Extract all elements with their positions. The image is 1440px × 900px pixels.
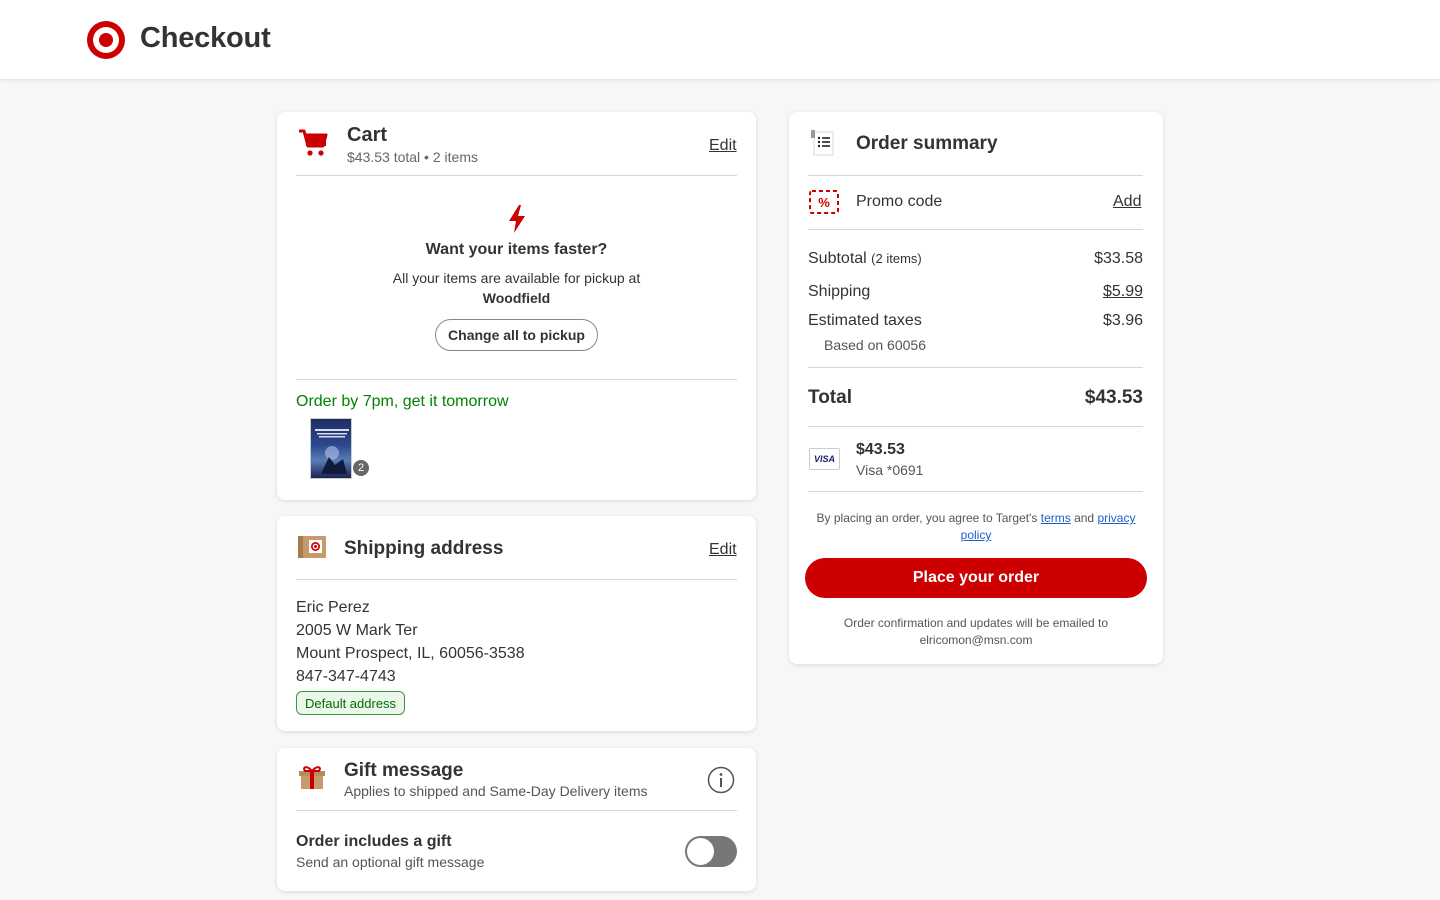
legal-and: and: [1074, 511, 1095, 525]
confirmation-email: elricomon@msn.com: [919, 633, 1033, 647]
total-label: Total: [808, 387, 852, 408]
place-order-button[interactable]: Place your order: [805, 558, 1147, 598]
legal-agreement-text: By placing an order, you agree to Target…: [809, 510, 1143, 544]
gift-icon: [299, 766, 325, 789]
divider: [808, 367, 1143, 368]
confirmation-note-text: Order confirmation and updates will be e…: [843, 616, 1109, 630]
book-cover-icon: [315, 429, 349, 474]
toggle-knob: [687, 838, 714, 865]
order-summary-section: Order summary % Promo code Add Subtotal …: [789, 112, 1163, 664]
header: Checkout: [0, 0, 1440, 80]
subtotal-item-count: (2 items): [871, 251, 922, 266]
cart-summary-text: $43.53 total • 2 items: [347, 149, 478, 165]
shipping-address-title: Shipping address: [344, 538, 504, 559]
item-quantity-badge: 2: [352, 459, 370, 477]
cart-section: Cart $43.53 total • 2 items Edit Want yo…: [277, 112, 756, 500]
promo-code-label: Promo code: [856, 193, 943, 210]
divider: [808, 491, 1143, 492]
shipping-edit-link[interactable]: Edit: [709, 541, 737, 559]
payment-card-info: Visa *0691: [856, 462, 924, 478]
divider: [296, 579, 737, 580]
package-icon: [298, 536, 326, 558]
page-title: Checkout: [140, 22, 271, 54]
subtotal-label: Subtotal (2 items): [808, 250, 922, 268]
visa-card-icon: VISA: [809, 448, 840, 470]
lightning-bolt-icon: [509, 205, 525, 233]
promo-code-icon: %: [809, 190, 839, 214]
legal-prefix: By placing an order, you agree to Target…: [816, 511, 1038, 525]
shipping-address-section: Shipping address Edit Eric Perez 2005 W …: [277, 516, 756, 731]
confirmation-note: Order confirmation and updates will be e…: [809, 615, 1143, 649]
shipping-cost-label: Shipping: [808, 283, 871, 300]
divider: [808, 175, 1143, 176]
phone-number: 847-347-4743: [296, 668, 396, 685]
estimated-taxes-label: Estimated taxes: [808, 312, 922, 329]
change-all-to-pickup-button[interactable]: Change all to pickup: [435, 319, 598, 351]
product-thumbnail[interactable]: [310, 418, 352, 479]
divider: [296, 379, 737, 380]
gift-toggle-switch[interactable]: [685, 836, 737, 867]
divider: [296, 175, 737, 176]
divider: [808, 426, 1143, 427]
gift-message-title: Gift message: [344, 760, 464, 781]
subtotal-value: $33.58: [1094, 250, 1143, 267]
payment-amount: $43.53: [856, 441, 905, 458]
divider: [808, 229, 1143, 230]
terms-link[interactable]: terms: [1041, 511, 1071, 525]
delivery-estimate: Order by 7pm, get it tomorrow: [296, 393, 509, 410]
divider: [296, 810, 737, 811]
subtotal-text: Subtotal: [808, 250, 867, 267]
pickup-promo-text: All your items are available for pickup …: [392, 270, 641, 286]
city-state-zip: Mount Prospect, IL, 60056-3538: [296, 645, 525, 662]
tax-zip-note: Based on 60056: [824, 337, 926, 353]
gift-message-section: Gift message Applies to shipped and Same…: [277, 748, 756, 891]
info-icon[interactable]: [707, 766, 735, 794]
default-address-badge: Default address: [296, 691, 406, 715]
receipt-list-icon: [811, 130, 834, 156]
order-summary-title: Order summary: [856, 133, 998, 154]
cart-title: Cart: [347, 124, 388, 146]
recipient-name: Eric Perez: [296, 599, 370, 616]
pickup-promo-title: Want your items faster?: [425, 241, 608, 258]
street-address: 2005 W Mark Ter: [296, 622, 418, 639]
total-value: $43.53: [1084, 387, 1143, 408]
pickup-store-name: Woodfield: [482, 290, 551, 306]
add-promo-code-link[interactable]: Add: [1113, 193, 1141, 211]
estimated-taxes-value: $3.96: [1102, 312, 1143, 329]
shipping-cost-value[interactable]: $5.99: [1103, 283, 1143, 301]
gift-message-subtitle: Applies to shipped and Same-Day Delivery…: [344, 783, 648, 799]
gift-toggle-subtitle: Send an optional gift message: [296, 854, 485, 870]
shopping-cart-icon: [299, 129, 328, 156]
cart-edit-link[interactable]: Edit: [709, 137, 737, 155]
target-logo-icon[interactable]: [86, 20, 126, 60]
gift-toggle-title: Order includes a gift: [296, 833, 452, 850]
svg-text:%: %: [818, 195, 830, 210]
